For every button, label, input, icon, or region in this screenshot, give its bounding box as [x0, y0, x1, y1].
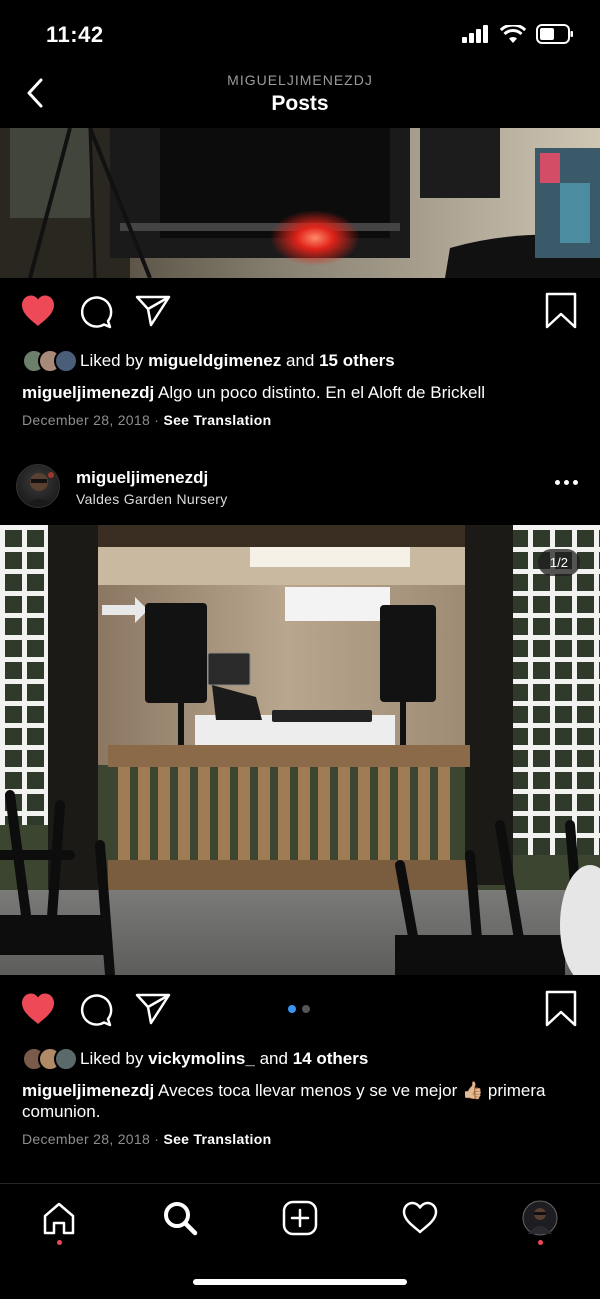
post-location[interactable]: Valdes Garden Nursery	[76, 491, 228, 507]
bookmark-icon	[545, 292, 577, 329]
liker-avatars	[22, 349, 78, 373]
photo-dj-booth-night	[0, 128, 600, 278]
post-photo[interactable]: 1/2	[0, 525, 600, 975]
likes-row[interactable]: Liked by vickymolins_ and 14 others	[22, 1045, 368, 1073]
tab-new-post[interactable]	[280, 1198, 320, 1238]
likes-and: and	[259, 1049, 288, 1068]
more-dot	[573, 480, 578, 485]
more-options-button[interactable]	[555, 480, 578, 485]
likes-others[interactable]: 14 others	[293, 1049, 369, 1069]
save-button[interactable]	[544, 990, 578, 1033]
comment-button[interactable]	[78, 992, 114, 1033]
search-icon	[164, 1202, 198, 1236]
liker-avatars	[22, 1047, 78, 1071]
status-time: 11:42	[46, 22, 104, 47]
home-indicator[interactable]	[193, 1279, 407, 1285]
comment-icon	[80, 994, 113, 1027]
carousel-counter: 1/2	[537, 549, 580, 576]
likes-prefix: Liked by	[80, 1049, 144, 1068]
liker-avatar	[54, 349, 78, 373]
notification-dot	[57, 1240, 62, 1245]
author-username[interactable]: migueljimenezdj	[76, 468, 208, 488]
likes-row[interactable]: Liked by migueldgimenez and 15 others	[22, 347, 395, 375]
post-caption: migueljimenezdj Aveces toca llevar menos…	[22, 1080, 578, 1122]
home-icon	[43, 1202, 75, 1235]
post-header: migueljimenezdj Valdes Garden Nursery	[0, 462, 600, 514]
send-icon	[135, 993, 171, 1025]
post-actions	[0, 986, 600, 1036]
signal-icon	[462, 25, 488, 43]
see-translation-link[interactable]: See Translation	[163, 412, 271, 428]
like-button[interactable]	[20, 294, 56, 333]
caption-text: Algo un poco distinto. En el Aloft de Br…	[158, 383, 486, 402]
notification-dot	[538, 1240, 543, 1245]
meta-separator: ·	[154, 1131, 160, 1147]
wifi-icon	[500, 24, 526, 43]
liker-username[interactable]: vickymolins_	[148, 1049, 255, 1069]
post-caption: migueljimenezdj Algo un poco distinto. E…	[22, 382, 578, 403]
caption-username[interactable]: migueljimenezdj	[22, 383, 154, 402]
save-button[interactable]	[544, 292, 578, 335]
share-button[interactable]	[134, 294, 172, 333]
tab-home[interactable]	[39, 1198, 79, 1238]
avatar-image	[24, 472, 54, 507]
heart-filled-icon	[22, 295, 54, 326]
liker-avatar	[54, 1047, 78, 1071]
caption-username[interactable]: migueljimenezdj	[22, 1081, 154, 1100]
tab-search[interactable]	[160, 1198, 200, 1238]
tab-profile[interactable]	[520, 1198, 560, 1238]
profile-avatar	[522, 1200, 558, 1236]
likes-and: and	[285, 351, 315, 370]
post-actions	[0, 288, 600, 338]
nav-header: MIGUELJIMENEZDJ Posts	[0, 60, 600, 128]
bookmark-icon	[545, 990, 577, 1027]
carousel-dot-active	[288, 1005, 296, 1013]
like-button[interactable]	[20, 992, 56, 1031]
status-icons	[462, 24, 574, 44]
more-dot	[564, 480, 569, 485]
share-button[interactable]	[134, 992, 172, 1031]
post-meta: December 28, 2018 · See Translation	[22, 1131, 271, 1147]
photo-dj-setup-garden	[0, 525, 600, 975]
header-username: MIGUELJIMENEZDJ	[227, 72, 373, 88]
battery-icon	[536, 24, 573, 44]
likes-prefix: Liked by	[80, 351, 144, 370]
heart-filled-icon	[22, 993, 54, 1024]
tab-activity[interactable]	[400, 1198, 440, 1238]
new-post-icon	[282, 1200, 318, 1236]
likes-others[interactable]: 15 others	[319, 351, 395, 371]
carousel-dot	[302, 1005, 310, 1013]
page-title: Posts	[271, 92, 329, 115]
activity-icon	[402, 1201, 438, 1234]
post-date: December 28, 2018	[22, 412, 151, 428]
post-photo[interactable]	[0, 128, 600, 278]
see-translation-link[interactable]: See Translation	[163, 1131, 271, 1147]
comment-icon	[80, 296, 113, 329]
meta-separator: ·	[154, 412, 160, 428]
post-date: December 28, 2018	[22, 1131, 151, 1147]
comment-button[interactable]	[78, 294, 114, 335]
send-icon	[135, 295, 171, 327]
author-avatar[interactable]	[16, 464, 60, 508]
liker-username[interactable]: migueldgimenez	[148, 351, 281, 371]
more-dot	[555, 480, 560, 485]
carousel-indicator	[288, 1005, 310, 1013]
post-meta: December 28, 2018 · See Translation	[22, 412, 271, 428]
